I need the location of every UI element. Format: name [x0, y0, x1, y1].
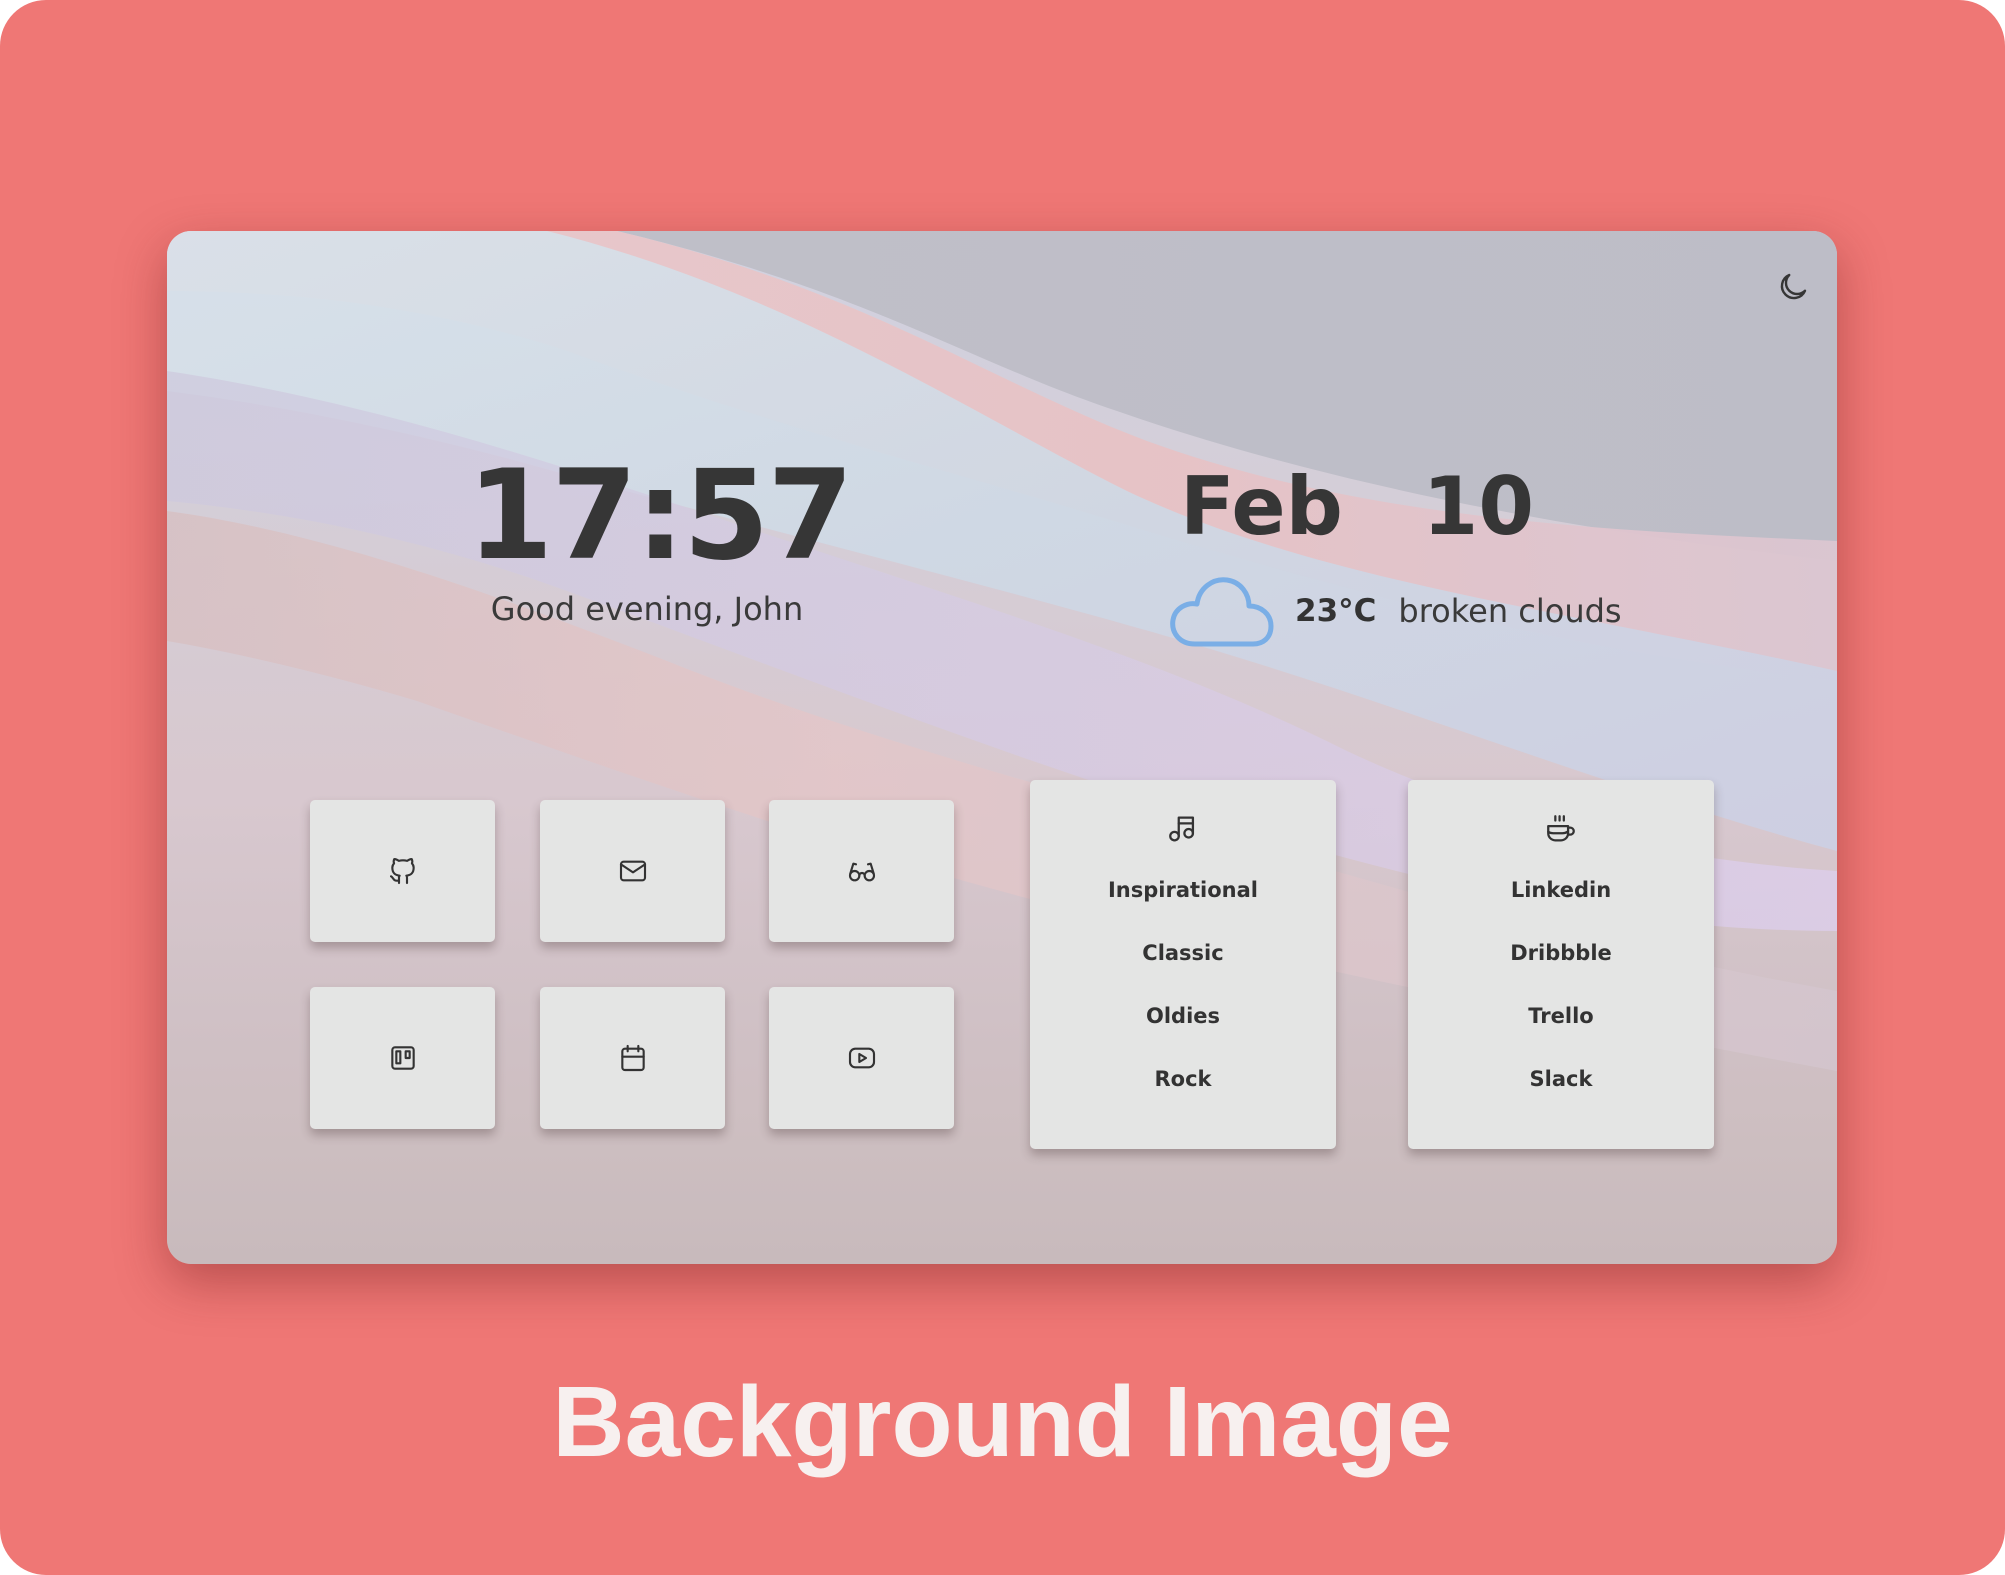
shortcut-github[interactable]	[310, 800, 495, 942]
music-item-oldies[interactable]: Oldies	[1030, 1002, 1336, 1030]
shortcut-mail[interactable]	[540, 800, 725, 942]
github-icon	[389, 858, 415, 885]
work-links-card: Linkedin Dribbble Trello Slack	[1408, 780, 1714, 1149]
clock-time: 17:57	[467, 444, 854, 588]
link-item-trello[interactable]: Trello	[1408, 1002, 1714, 1030]
weather-condition: broken clouds	[1398, 592, 1622, 630]
link-item-slack[interactable]: Slack	[1408, 1065, 1714, 1093]
link-item-dribbble[interactable]: Dribbble	[1408, 939, 1714, 967]
temperature: 23°C	[1295, 593, 1377, 629]
shortcut-trello[interactable]	[310, 987, 495, 1129]
shortcut-calendar[interactable]	[540, 987, 725, 1129]
link-item-linkedin[interactable]: Linkedin	[1408, 876, 1714, 904]
theme-toggle-button[interactable]	[1775, 269, 1811, 305]
music-list: Inspirational Classic Oldies Rock	[1030, 876, 1336, 1093]
music-note-icon	[1169, 816, 1195, 842]
date-text: Feb 10	[1180, 460, 1534, 553]
mail-icon	[619, 860, 646, 882]
coffee-cup-icon	[1547, 815, 1575, 842]
glasses-icon	[848, 862, 875, 882]
clock-block: 17:57 Good evening, John	[467, 444, 854, 628]
music-item-classic[interactable]: Classic	[1030, 939, 1336, 967]
promo-canvas: 17:57 Good evening, John Feb 10 23°C bro…	[0, 0, 2005, 1575]
new-tab-window: 17:57 Good evening, John Feb 10 23°C bro…	[167, 231, 1837, 1264]
shortcut-reading[interactable]	[769, 800, 954, 942]
greeting-text: Good evening, John	[490, 590, 804, 628]
music-item-inspirational[interactable]: Inspirational	[1030, 876, 1336, 904]
trello-icon	[390, 1046, 415, 1070]
music-item-rock[interactable]: Rock	[1030, 1065, 1336, 1093]
music-card: Inspirational Classic Oldies Rock	[1030, 780, 1336, 1149]
shortcut-youtube[interactable]	[769, 987, 954, 1129]
moon-icon	[1780, 273, 1807, 300]
cloud-icon	[1170, 577, 1274, 647]
youtube-icon	[848, 1047, 875, 1069]
caption-title: Background Image	[552, 1366, 1453, 1478]
weather-widget: 23°C broken clouds	[1167, 566, 1622, 656]
calendar-icon	[620, 1044, 645, 1072]
work-links-list: Linkedin Dribbble Trello Slack	[1408, 876, 1714, 1093]
